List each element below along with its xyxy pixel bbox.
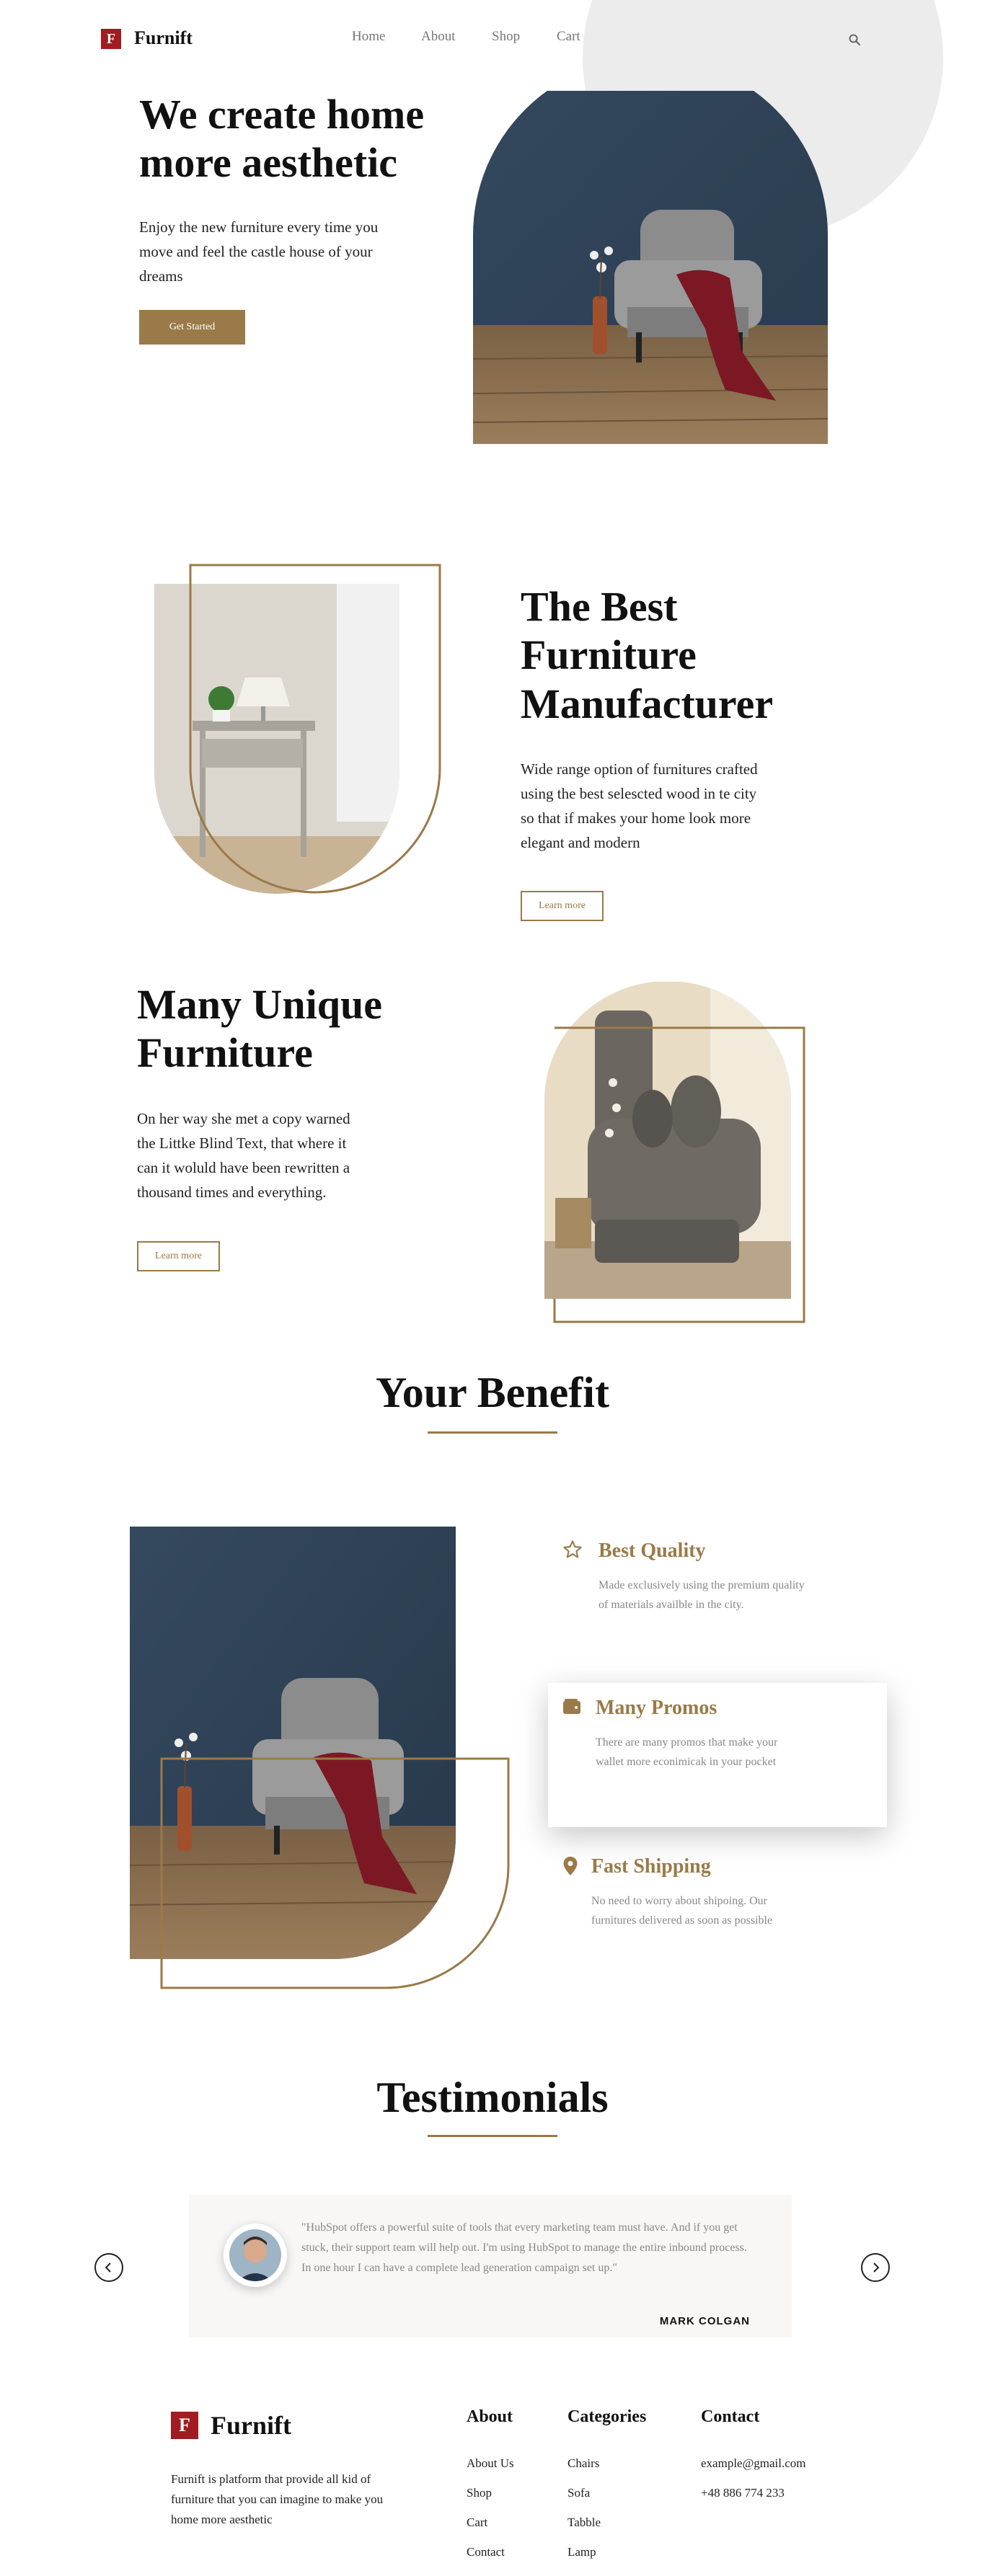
avatar: [224, 2224, 287, 2287]
brand-name[interactable]: Furnift: [134, 27, 193, 49]
benefit-desc-quality: Made exclusively using the premium quali…: [598, 1579, 805, 1611]
testimonials-section-title: Testimonials: [376, 2074, 609, 2121]
footer-link-cart[interactable]: Cart: [467, 2515, 487, 2530]
footer-description: Furnift is platform that provide all kid…: [171, 2472, 384, 2526]
nav-home[interactable]: Home: [352, 29, 385, 45]
benefit-title-quality: Best Quality: [598, 1540, 706, 1562]
hero-title-line-1: We create home: [139, 91, 425, 138]
unique-title-line-2: Furniture: [137, 1029, 313, 1077]
benefit-desc-shipping: No need to worry about shipoing. Our fur…: [591, 1895, 773, 1927]
benefit-title-shipping: Fast Shipping: [591, 1855, 711, 1878]
hero-chair-image: [473, 91, 828, 444]
nav-shop[interactable]: Shop: [492, 29, 520, 45]
manufacturer-title: The Best Furniture Manufacturer: [521, 582, 773, 728]
footer-contact-heading: Contact: [701, 2407, 760, 2426]
bedroom-lamp-image: [153, 562, 449, 901]
footer-link-shop[interactable]: Shop: [467, 2486, 492, 2500]
footer-contact-email[interactable]: example@gmail.com: [701, 2456, 805, 2471]
manufacturer-title-line-1: The Best: [521, 583, 678, 630]
footer-brand-name[interactable]: Furnift: [211, 2410, 291, 2440]
benefit-chair-image: [130, 1527, 512, 1995]
benefit-section-title: Your Benefit: [376, 1369, 609, 1416]
nav-cart[interactable]: Cart: [557, 29, 580, 45]
manufacturer-title-line-3: Manufacturer: [521, 680, 774, 727]
footer-categories-heading: Categories: [567, 2407, 647, 2426]
footer-link-about-us[interactable]: About Us: [467, 2456, 514, 2471]
benefit-title-promos: Many Promos: [596, 1697, 717, 1719]
unique-text: On her way she met a copy warned the Lit…: [137, 1110, 350, 1201]
testimonial-prev-button[interactable]: [94, 2253, 123, 2282]
footer-link-chairs[interactable]: Chairs: [567, 2456, 599, 2471]
logo-icon[interactable]: F: [101, 29, 121, 49]
manufacturer-learn-more-button[interactable]: Learn more: [521, 891, 604, 921]
unique-title-line-1: Many Unique: [137, 981, 383, 1028]
search-icon[interactable]: [848, 33, 861, 46]
star-icon: [562, 1540, 583, 1560]
testimonial-quote: "HubSpot offers a powerful suite of tool…: [301, 2221, 747, 2274]
footer-link-contact[interactable]: Contact: [467, 2545, 505, 2559]
get-started-button[interactable]: Get Started: [139, 310, 245, 345]
footer-link-tabble[interactable]: Tabble: [567, 2515, 601, 2530]
hero-text: Enjoy the new furniture every time you m…: [139, 218, 379, 285]
benefit-title-underline: [428, 1431, 557, 1434]
chevron-right-icon: [873, 2262, 880, 2273]
unique-learn-more-button[interactable]: Learn more: [137, 1241, 220, 1271]
hero-title-line-2: more aesthetic: [139, 139, 398, 187]
footer-link-lamp[interactable]: Lamp: [567, 2545, 596, 2559]
footer-contact-phone[interactable]: +48 886 774 233: [701, 2486, 785, 2500]
manufacturer-text: Wide range option of furnitures crafted …: [521, 760, 758, 851]
footer-link-sofa[interactable]: Sofa: [567, 2486, 590, 2500]
footer-about-heading: About: [467, 2407, 513, 2426]
location-pin-icon: [562, 1856, 578, 1876]
hero-title: We create home more aesthetic: [139, 90, 424, 187]
unique-title: Many Unique Furniture: [137, 980, 382, 1078]
footer-logo-icon[interactable]: F: [171, 2412, 198, 2439]
chevron-left-icon: [105, 2262, 111, 2273]
nav-about[interactable]: About: [421, 29, 456, 45]
wallet-icon: [562, 1698, 581, 1715]
benefit-desc-promos: There are many promos that make your wal…: [596, 1736, 778, 1768]
testimonial-author: MARK COLGAN: [659, 2315, 750, 2327]
testimonial-next-button[interactable]: [861, 2253, 890, 2282]
armchair-image: [544, 982, 811, 1325]
testimonials-title-underline: [428, 2135, 557, 2137]
manufacturer-title-line-2: Furniture: [521, 631, 697, 679]
